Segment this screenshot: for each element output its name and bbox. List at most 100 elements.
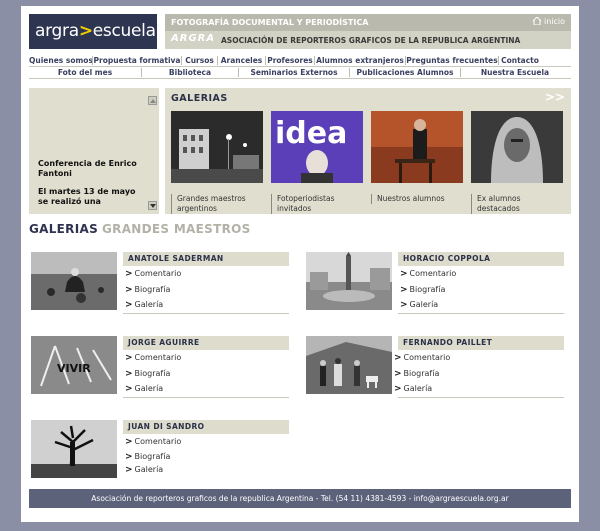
link-marker: > [400,269,408,279]
photographer-name: JUAN DI SANDRO [123,420,289,434]
scroll-up-arrow-icon[interactable] [148,96,157,105]
gallery-nuestros-alumnos[interactable]: Nuestros alumnos [371,111,463,204]
nav-seminarios-externos[interactable]: Seminarios Externos [239,68,349,77]
photo-coppola[interactable] [306,252,392,310]
link-biografia[interactable]: > Biografía [125,285,170,295]
nav-preguntas-frecuentes[interactable]: Preguntas frecuentes [406,56,498,65]
gallery-thumb-street-night [171,111,263,183]
photo-wall-text: VIVIR [57,362,91,375]
nav-aranceles[interactable]: Aranceles [218,56,265,65]
link-label: Biografía [134,452,171,461]
main-nav: Quienes somos Propuesta formativa Cursos… [29,55,571,79]
nav-quienes-somos[interactable]: Quienes somos [29,56,93,65]
nav-publicaciones-alumnos[interactable]: Publicaciones Alumnos [350,68,460,77]
link-label: Galería [134,384,164,393]
home-icon [532,16,543,26]
link-galeria[interactable]: > Galería [125,384,163,394]
tagline: FOTOGRAFÍA DOCUMENTAL Y PERIODÍSTICA [171,18,369,27]
photographer-card-aguirre: VIVIR JORGE AGUIRRE > Comentario > Biograf… [31,336,297,400]
section-title-main: GALERIAS [29,222,99,236]
footer: Asociación de reporteros graficos de la … [29,489,571,508]
galleries-panel: GALERIAS >> Grandes maestros argentinos … [165,88,571,214]
logo-arrow: > [78,21,93,41]
card-divider [123,313,289,314]
photographer-name: FERNANDO PAILLET [398,336,564,350]
home-link-label: inicio [543,17,565,26]
nav-biblioteca[interactable]: Biblioteca [142,68,238,77]
link-biografia[interactable]: > Biografía [400,285,445,295]
card-divider [123,397,289,398]
link-biografia[interactable]: > Biografía [125,369,170,379]
link-label: Biografía [134,285,171,294]
section-title: GALERIAS GRANDES MAESTROS [29,222,251,236]
link-label: Comentario [403,353,451,362]
link-label: Biografía [409,285,446,294]
photo-paillet[interactable] [306,336,392,394]
gallery-caption: Nuestros alumnos [371,194,463,204]
nav-foto-del-mes[interactable]: Foto del mes [29,68,141,77]
link-label: Comentario [134,437,182,446]
header-banner: FOTOGRAFÍA DOCUMENTAL Y PERIODÍSTICA ini… [165,14,571,49]
link-biografia[interactable]: > Biografía [125,452,170,462]
nav-propuesta-formativa[interactable]: Propuesta formativa [93,56,181,65]
link-label: Galería [403,384,433,393]
link-label: Comentario [134,353,182,362]
link-comentario[interactable]: > Comentario [400,269,456,279]
nav-profesores[interactable]: Profesores [266,56,314,65]
link-marker: > [125,384,133,394]
page: argra>escuela FOTOGRAFÍA DOCUMENTAL Y PE… [21,6,579,522]
photo-di-sandro[interactable] [31,420,117,478]
link-marker: > [125,452,133,462]
nav-row-2: Foto del mes Biblioteca Seminarios Exter… [29,67,571,79]
gallery-fotoperiodistas-invitados[interactable]: idea Fotoperiodistas invitados [271,111,363,214]
link-galeria[interactable]: > Galería [400,300,438,310]
link-marker: > [400,285,408,295]
link-comentario[interactable]: > Comentario [125,437,181,447]
photographer-card-coppola: HORACIO COPPOLA > Comentario > Biografía >… [306,252,572,316]
link-marker: > [125,437,133,447]
galleries-title: GALERIAS [171,93,228,104]
logo-suffix: escuela [92,21,156,41]
gallery-ex-alumnos-destacados[interactable]: Ex alumnos destacados [471,111,563,214]
nav-row-1: Quienes somos Propuesta formativa Cursos… [29,55,571,67]
scroll-down-arrow-icon[interactable] [148,201,157,210]
link-label: Galería [134,465,164,474]
link-galeria[interactable]: > Galería [125,465,163,475]
nav-contacto[interactable]: Contacto [499,56,541,65]
org-short: ARGRA [171,33,216,44]
photo-aguirre[interactable]: VIVIR [31,336,117,394]
news-scroller: Conferencia de Enrico Fantoni El martes … [29,88,159,214]
link-marker: > [394,369,402,379]
link-galeria[interactable]: > Galería [125,300,163,310]
nav-cursos[interactable]: Cursos [182,56,217,65]
link-comentario[interactable]: > Comentario [125,269,181,279]
link-galeria[interactable]: > Galería [394,384,432,394]
link-label: Galería [409,300,439,309]
link-marker: > [394,353,402,363]
galleries-more-arrow[interactable]: >> [545,90,565,104]
gallery-grandes-maestros[interactable]: Grandes maestros argentinos [171,111,263,214]
nav-nuestra-escuela[interactable]: Nuestra Escuela [461,68,569,77]
card-divider [398,313,564,314]
link-comentario[interactable]: > Comentario [125,353,181,363]
link-label: Biografía [134,369,171,378]
link-biografia[interactable]: > Biografía [394,369,439,379]
link-label: Comentario [409,269,457,278]
logo-prefix: argra [35,21,79,41]
photo-saderman[interactable] [31,252,117,310]
photographer-card-di-sandro: JUAN DI SANDRO > Comentario > Biografía > G… [31,420,297,484]
org-bar: ARGRA ASOCIACIÓN DE REPORTEROS GRAFICOS … [165,31,571,49]
link-label: Galería [134,300,164,309]
home-link[interactable]: inicio [532,16,565,26]
news-body: El martes 13 de mayo se realizó una conf… [38,187,136,206]
nav-alumnos-extranjeros[interactable]: Alumnos extranjeros [315,56,405,65]
link-label: Biografía [403,369,440,378]
link-marker: > [125,465,133,475]
site-logo[interactable]: argra>escuela [29,14,157,49]
news-item[interactable]: Conferencia de Enrico Fantoni El martes … [38,159,146,207]
thumb-text: idea [275,116,347,151]
org-full: ASOCIACIÓN DE REPORTEROS GRAFICOS DE LA … [221,36,521,45]
photographer-name: HORACIO COPPOLA [398,252,564,266]
link-comentario[interactable]: > Comentario [394,353,450,363]
gallery-thumb-idea-poster: idea [271,111,363,183]
